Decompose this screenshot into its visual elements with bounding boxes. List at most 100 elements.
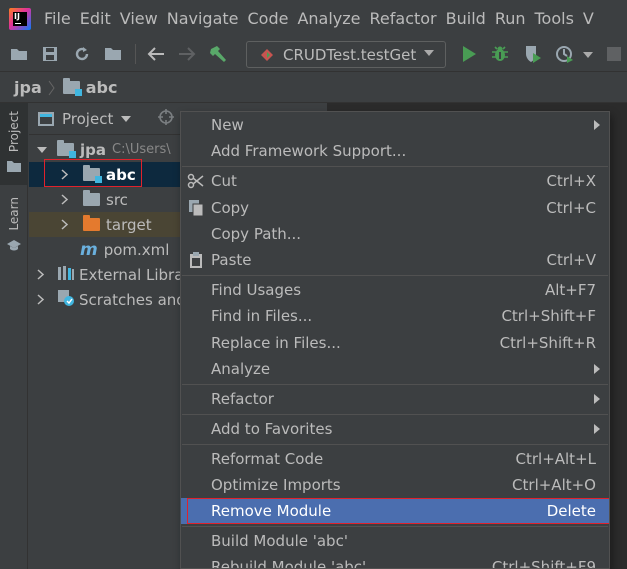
build-hammer-icon[interactable] [208, 44, 228, 64]
menu-item-label: Rebuild Module 'abc' [211, 558, 367, 569]
annotation-highlight-box [44, 159, 142, 187]
debug-icon[interactable] [490, 44, 510, 64]
menu-item-shortcut: Ctrl+X [546, 172, 596, 190]
collapsed-chevron-icon[interactable] [37, 266, 45, 284]
menu-item-add-to-favorites[interactable]: Add to Favorites [181, 416, 609, 442]
menu-item-replace-in-files[interactable]: Replace in Files... Ctrl+Shift+R [181, 330, 609, 356]
menu-view[interactable]: View [120, 9, 158, 28]
menu-item-refactor[interactable]: Refactor [181, 386, 609, 412]
save-icon[interactable] [40, 44, 60, 64]
intellij-logo-icon: IJ [9, 7, 31, 30]
menu-item-new[interactable]: New [181, 112, 609, 138]
submenu-arrow-icon [594, 394, 600, 404]
breadcrumb-module[interactable]: abc [86, 78, 118, 97]
sync-icon[interactable] [72, 44, 92, 64]
menu-item-analyze[interactable]: Analyze [181, 356, 609, 382]
menu-item-label: Find Usages [211, 281, 302, 299]
menu-item-label: Find in Files... [211, 307, 313, 325]
project-structure-icon[interactable] [103, 44, 123, 64]
menu-separator [182, 275, 608, 276]
menu-vcs[interactable]: V [583, 9, 594, 28]
run-configuration-select[interactable]: CRUDTest.testGet [246, 41, 446, 68]
chevron-down-icon [424, 50, 434, 56]
run-configuration-label: CRUDTest.testGet [283, 45, 417, 64]
menu-item-paste[interactable]: Paste Ctrl+V [181, 247, 609, 273]
run-with-coverage-icon[interactable] [523, 44, 543, 64]
chevron-down-icon[interactable] [121, 115, 132, 122]
menu-item-label: Cut [211, 172, 237, 190]
project-tool-tab[interactable]: Project [0, 103, 28, 185]
submenu-arrow-icon [594, 364, 600, 374]
clipboard-icon [187, 251, 205, 269]
menu-separator [182, 526, 608, 527]
menu-item-build-module[interactable]: Build Module 'abc' [181, 528, 609, 554]
expand-chevron-icon[interactable] [37, 146, 47, 153]
menu-item-rebuild-module[interactable]: Rebuild Module 'abc' Ctrl+Shift+F9 [181, 554, 609, 569]
more-run-options-chevron-icon[interactable] [583, 52, 593, 58]
menu-item-label: Reformat Code [211, 450, 324, 468]
menu-file[interactable]: File [44, 9, 71, 28]
menu-item-copy-path[interactable]: Copy Path... [181, 221, 609, 247]
tree-item-path-hint: C:\Users\ [112, 142, 171, 157]
collapsed-chevron-icon[interactable] [61, 216, 69, 234]
menu-item-optimize-imports[interactable]: Optimize Imports Ctrl+Alt+O [181, 472, 609, 498]
project-view-selector[interactable]: Project [62, 110, 113, 128]
annotation-highlight-box [187, 498, 609, 524]
scissors-icon [187, 172, 205, 190]
submenu-arrow-icon [594, 120, 600, 130]
scratches-icon [57, 289, 75, 311]
menu-item-copy[interactable]: Copy Ctrl+C [181, 195, 609, 221]
project-tool-folder-icon [7, 158, 21, 176]
stop-icon[interactable] [604, 44, 624, 64]
menu-item-reformat-code[interactable]: Reformat Code Ctrl+Alt+L [181, 446, 609, 472]
collapsed-chevron-icon[interactable] [37, 291, 45, 309]
menu-separator [182, 166, 608, 167]
breadcrumb-project[interactable]: jpa [14, 78, 42, 97]
learn-tool-tab-label: Learn [7, 197, 21, 231]
graduation-cap-icon [7, 237, 21, 255]
menu-item-cut[interactable]: Cut Ctrl+X [181, 168, 609, 194]
menu-separator [182, 444, 608, 445]
menu-bar: IJ File Edit View Navigate Code Analyze … [0, 0, 627, 37]
back-arrow-icon[interactable] [146, 44, 166, 64]
tool-window-stripe: Project Learn [0, 103, 28, 569]
profiler-icon[interactable] [555, 44, 575, 64]
menu-item-shortcut: Ctrl+Shift+F9 [491, 558, 596, 569]
main-toolbar: CRUDTest.testGet [0, 37, 627, 71]
menu-item-shortcut: Ctrl+Shift+R [499, 334, 596, 352]
tree-item-label: jpa [80, 140, 107, 159]
menu-item-label: Build Module 'abc' [211, 532, 348, 550]
run-icon[interactable] [459, 44, 479, 64]
menu-item-label: Copy [211, 199, 250, 217]
menu-item-label: Add to Favorites [211, 420, 333, 438]
menu-analyze[interactable]: Analyze [297, 9, 360, 28]
menu-tools[interactable]: Tools [535, 9, 574, 28]
open-folder-icon[interactable] [9, 44, 29, 64]
menu-item-label: Replace in Files... [211, 334, 341, 352]
learn-tool-tab[interactable]: Learn [0, 197, 28, 257]
menu-edit[interactable]: Edit [80, 9, 111, 28]
menu-build[interactable]: Build [446, 9, 486, 28]
menu-separator [182, 414, 608, 415]
menu-item-shortcut: Ctrl+Shift+F [501, 307, 596, 325]
navigation-breadcrumb: jpa abc [0, 71, 627, 103]
menu-item-shortcut: Alt+F7 [544, 281, 596, 299]
tree-item-label: pom.xml [103, 240, 170, 259]
menu-run[interactable]: Run [495, 9, 526, 28]
menu-item-add-framework-support[interactable]: Add Framework Support... [181, 138, 609, 164]
submenu-arrow-icon [594, 424, 600, 434]
project-view-icon [38, 111, 54, 126]
forward-arrow-icon[interactable] [177, 44, 197, 64]
menu-item-label: Paste [211, 251, 252, 269]
menu-code[interactable]: Code [248, 9, 289, 28]
locate-crosshair-icon[interactable] [157, 108, 175, 130]
project-tool-tab-label: Project [7, 111, 21, 153]
menu-item-find-usages[interactable]: Find Usages Alt+F7 [181, 277, 609, 303]
menu-item-shortcut: Ctrl+C [546, 199, 596, 217]
menu-item-find-in-files[interactable]: Find in Files... Ctrl+Shift+F [181, 303, 609, 329]
copy-icon [187, 199, 205, 217]
menu-refactor[interactable]: Refactor [370, 9, 437, 28]
collapsed-chevron-icon[interactable] [61, 191, 69, 209]
menu-navigate[interactable]: Navigate [167, 9, 239, 28]
tree-item-label: src [106, 190, 128, 209]
